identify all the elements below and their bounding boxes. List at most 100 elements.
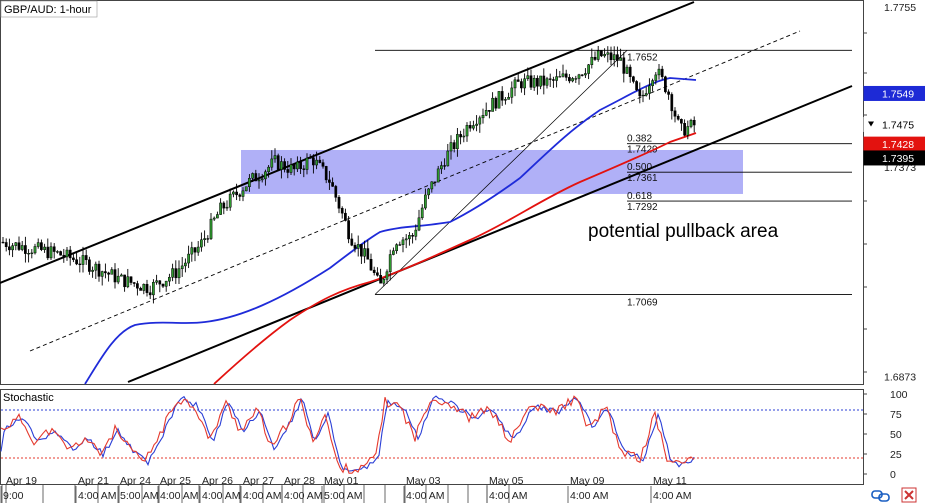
candle-body: [155, 280, 158, 283]
candle-body: [574, 78, 578, 80]
candle-body: [200, 239, 203, 248]
stochastic-title: Stochastic: [3, 392, 54, 404]
candle-body: [596, 50, 600, 60]
candle-body: [686, 126, 690, 136]
candle-body: [392, 250, 395, 255]
candle-body: [600, 50, 603, 57]
candle-body: [478, 117, 482, 125]
price-tags: 1.7549 1.7475 1.7428 1.7395: [863, 85, 925, 166]
candle-body: [446, 150, 450, 167]
candle-body: [14, 242, 18, 246]
price-tag-label: 1.7549: [882, 88, 914, 100]
price-tag-label: 1.7395: [882, 153, 914, 165]
time-axis-date-label: Apr 24: [120, 475, 151, 487]
candle-body: [568, 77, 571, 82]
candle-body: [91, 269, 94, 272]
candle-body: [651, 80, 654, 87]
candle-body: [203, 238, 206, 240]
time-axis-date-label: Apr 21: [78, 475, 109, 487]
candle-body: [542, 75, 546, 86]
candle-body: [248, 178, 251, 187]
fib-level-ratio: 0.500: [627, 162, 652, 173]
link-icon[interactable]: [871, 490, 890, 502]
candle-body: [11, 245, 14, 251]
candle-body: [657, 68, 661, 76]
time-axis-date-label: Apr 27: [243, 475, 274, 487]
candle-body: [609, 52, 613, 61]
candle-body: [72, 257, 75, 260]
candle-body: [654, 74, 658, 81]
candle-body: [350, 238, 354, 246]
candle-body: [420, 207, 424, 219]
candle-body: [331, 182, 334, 187]
candle-body: [529, 75, 533, 88]
price-tag-label: 1.7428: [882, 139, 914, 151]
candle-body: [104, 271, 107, 274]
candle-body: [328, 179, 331, 183]
candle-body: [334, 186, 338, 198]
time-axis-label: 4:00 AM: [202, 490, 241, 502]
candle-body: [638, 89, 642, 97]
candle-body: [123, 274, 126, 288]
close-icon[interactable]: [901, 487, 917, 503]
candle-body: [225, 206, 229, 209]
candle-body: [283, 161, 286, 170]
candle-body: [366, 248, 370, 260]
candle-body: [369, 258, 373, 271]
candle-body: [465, 125, 469, 137]
candle-body: [148, 292, 152, 296]
candle-body: [244, 186, 248, 192]
candle-body: [363, 248, 366, 257]
candle-body: [209, 218, 213, 239]
candle-body: [212, 217, 216, 220]
candle-body: [174, 268, 178, 279]
price-tag-label: 1.7475: [882, 119, 914, 131]
candle-body: [308, 157, 312, 159]
candle-body: [340, 208, 344, 214]
time-axis-date-label: Apr 26: [202, 475, 233, 487]
candle-body: [222, 202, 226, 209]
candle-body: [545, 78, 549, 86]
stochastic-axis-label: 0: [890, 469, 896, 481]
fib-level-price: 1.7361: [627, 173, 658, 184]
candle-body: [113, 269, 117, 283]
candle-body: [356, 244, 360, 249]
candle-body: [347, 220, 350, 240]
candle-body: [260, 178, 264, 181]
candle-body: [344, 212, 347, 221]
candle-body: [462, 135, 466, 138]
time-axis-date-label: May 05: [489, 475, 524, 487]
candle-body: [24, 245, 27, 254]
time-axis-date-label: May 11: [653, 475, 687, 487]
time-axis-label: 5:00 AM: [324, 490, 363, 502]
price-axis: 1.77551.73731.6873: [863, 2, 916, 384]
time-axis-label: 4:00 AM: [406, 490, 445, 502]
candle-body: [241, 190, 245, 197]
candle-body: [8, 246, 11, 251]
candle-body: [315, 159, 318, 166]
candle-body: [100, 271, 104, 277]
candle-body: [676, 116, 680, 120]
candle-body: [379, 275, 382, 284]
candle-body: [251, 173, 254, 179]
candle-body: [692, 119, 696, 126]
candle-body: [523, 78, 526, 89]
chart-canvas: 1.76521.70690.3821.74290.5001.73610.6181…: [0, 0, 925, 503]
time-axis-date-label: May 09: [570, 475, 605, 487]
candle-body: [558, 76, 562, 78]
candle-body: [65, 249, 69, 258]
candle-body: [324, 166, 328, 181]
fib-level-price: 1.7292: [627, 202, 658, 213]
candle-body: [84, 255, 88, 261]
candle-body: [417, 217, 421, 231]
candle-body: [94, 263, 98, 271]
candle-body: [587, 64, 590, 74]
candle-body: [622, 57, 626, 74]
candle-body: [625, 66, 629, 74]
candle-body: [126, 276, 130, 288]
candle-body: [353, 244, 357, 249]
fib-low-label: 1.7069: [627, 297, 658, 308]
candle-body: [337, 197, 341, 209]
candle-body: [632, 76, 635, 82]
candle-body: [376, 272, 379, 276]
